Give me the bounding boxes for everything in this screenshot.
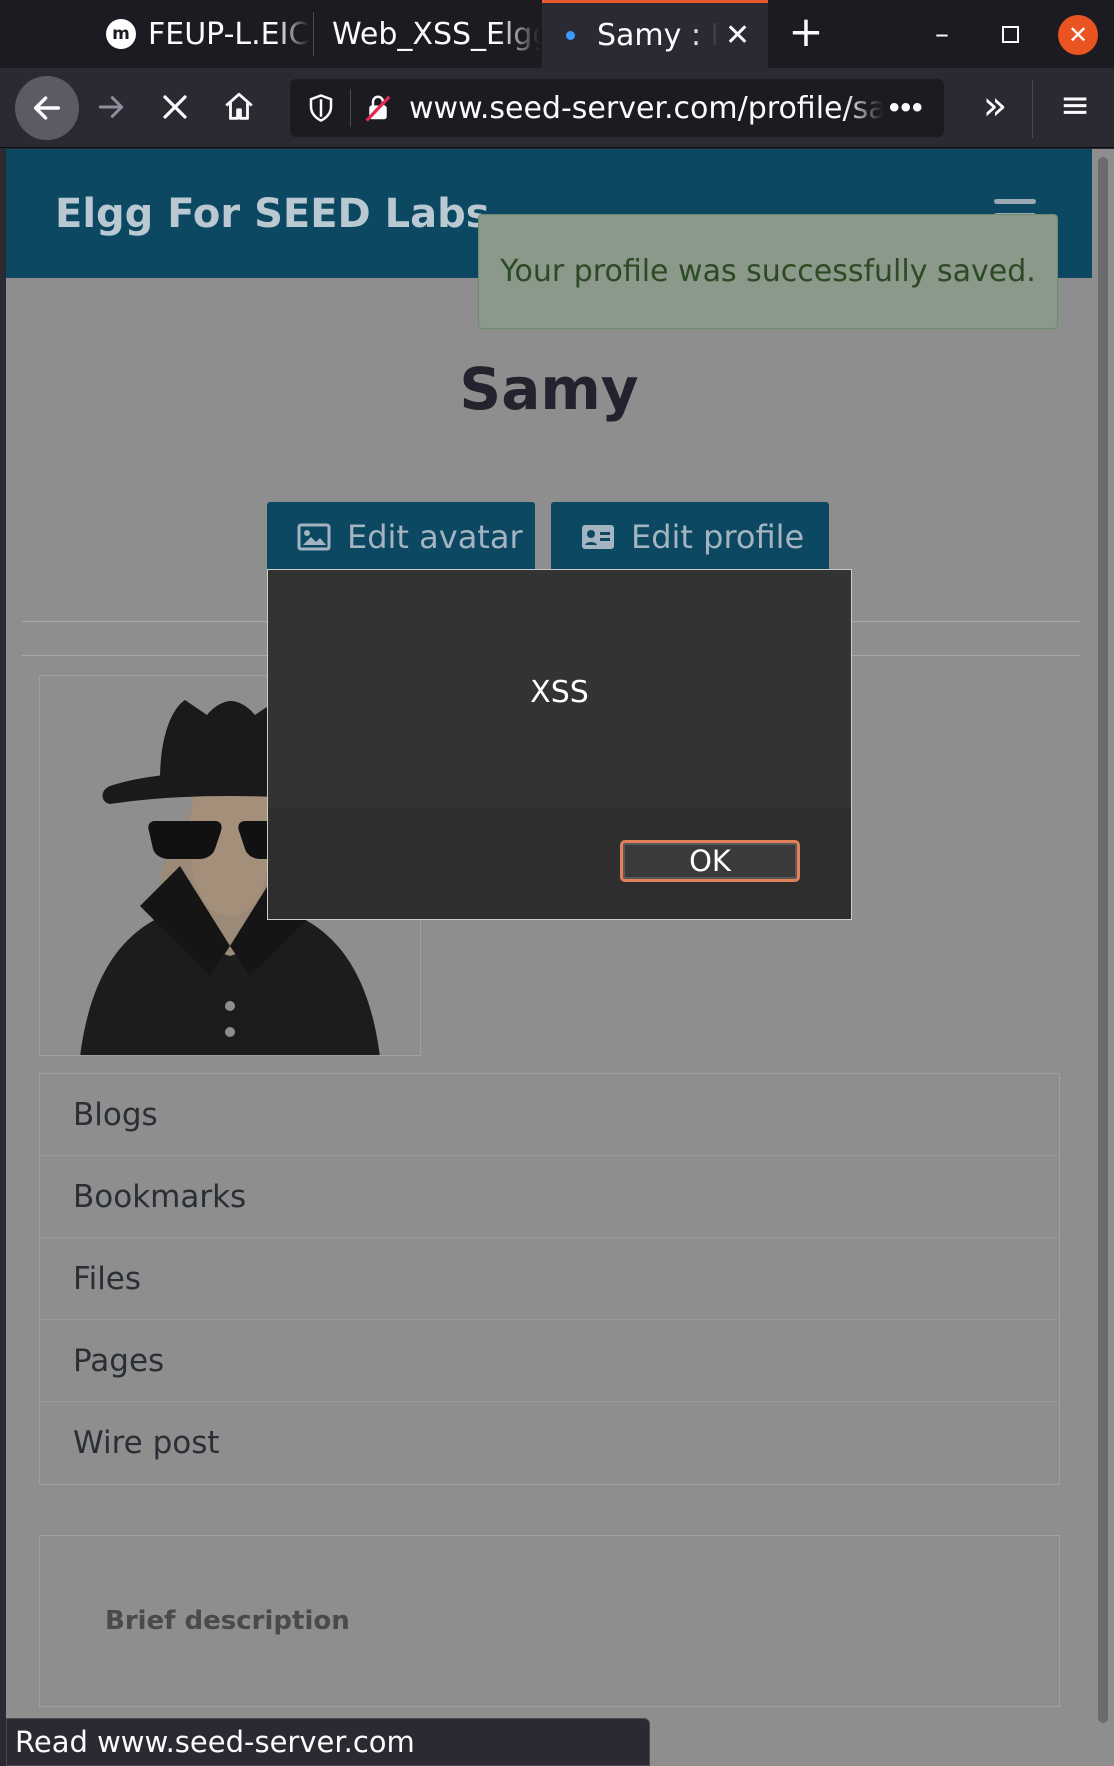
site-title[interactable]: Elgg For SEED Labs [55, 191, 490, 237]
menu-item-wire-post[interactable]: Wire post [40, 1402, 1059, 1484]
back-arrow-icon [33, 96, 61, 120]
id-card-icon [582, 525, 614, 549]
menu-item-bookmarks[interactable]: Bookmarks [40, 1156, 1059, 1238]
alert-dialog: XSS OK [267, 569, 852, 920]
edit-avatar-label: Edit avatar [347, 518, 523, 556]
menu-item-files[interactable]: Files [40, 1238, 1059, 1320]
forward-button[interactable] [82, 78, 140, 136]
home-icon [225, 92, 253, 120]
maximize-window-button[interactable] [990, 15, 1030, 55]
navigation-toolbar: www.seed-server.com/profile/samy ••• » ≡ [0, 68, 1114, 148]
tab-feup[interactable]: m FEUP-L.EIC [86, 0, 312, 68]
brief-description-label: Brief description [105, 1606, 350, 1636]
page-actions-icon[interactable]: ••• [889, 91, 924, 125]
profile-menu: Blogs Bookmarks Files Pages Wire post [39, 1073, 1060, 1485]
page-scrollbar[interactable] [1092, 149, 1114, 1766]
success-notice[interactable]: Your profile was successfully saved. [478, 214, 1058, 329]
tab-label: Samy : E [597, 18, 717, 53]
menu-item-blogs[interactable]: Blogs [40, 1074, 1059, 1156]
tab-label: Web_XSS_Elgg [332, 16, 540, 52]
stop-loading-button[interactable] [146, 78, 204, 136]
edit-avatar-button[interactable]: Edit avatar [267, 502, 535, 572]
edit-profile-button[interactable]: Edit profile [551, 502, 829, 572]
insecure-lock-icon[interactable] [363, 93, 393, 123]
page-content: Elgg For SEED Labs Your profile was succ… [6, 149, 1092, 1766]
overflow-chevrons-icon[interactable]: » [966, 78, 1024, 136]
tab-samy-active[interactable]: Samy : E ✕ [542, 0, 768, 68]
minimize-window-button[interactable]: – [922, 15, 962, 55]
tab-bar: m FEUP-L.EIC Web_XSS_Elgg Samy : E ✕ + –… [0, 0, 1114, 68]
home-button[interactable] [210, 78, 268, 136]
profile-name: Samy [459, 355, 639, 423]
forward-arrow-icon [98, 96, 124, 118]
scroll-thumb[interactable] [1098, 157, 1108, 1723]
menu-item-pages[interactable]: Pages [40, 1320, 1059, 1402]
new-tab-button[interactable]: + [782, 10, 830, 58]
alert-ok-button[interactable]: OK [620, 840, 800, 882]
alert-message: XSS [530, 675, 589, 710]
shield-icon[interactable] [306, 93, 336, 123]
edit-profile-label: Edit profile [631, 518, 805, 556]
image-icon [297, 523, 331, 551]
hamburger-menu-icon[interactable]: ≡ [1046, 78, 1104, 136]
address-bar[interactable]: www.seed-server.com/profile/samy ••• [290, 79, 944, 137]
back-button[interactable] [15, 76, 79, 140]
tab-label: FEUP-L.EIC [148, 16, 310, 52]
close-window-button[interactable]: ✕ [1058, 15, 1098, 55]
toolbar-separator [1032, 80, 1033, 138]
moodle-favicon-icon: m [106, 19, 136, 49]
profile-details: Brief description [39, 1535, 1060, 1707]
stop-icon [163, 95, 187, 119]
url-text[interactable]: www.seed-server.com/profile/samy [409, 91, 883, 126]
tab-web-xss[interactable]: Web_XSS_Elgg [314, 0, 540, 68]
url-separator [350, 89, 351, 127]
maximize-icon [1001, 26, 1019, 43]
close-tab-icon[interactable]: ✕ [725, 18, 750, 53]
status-bar: Read www.seed-server.com [6, 1718, 650, 1766]
loading-indicator-icon [566, 31, 575, 40]
